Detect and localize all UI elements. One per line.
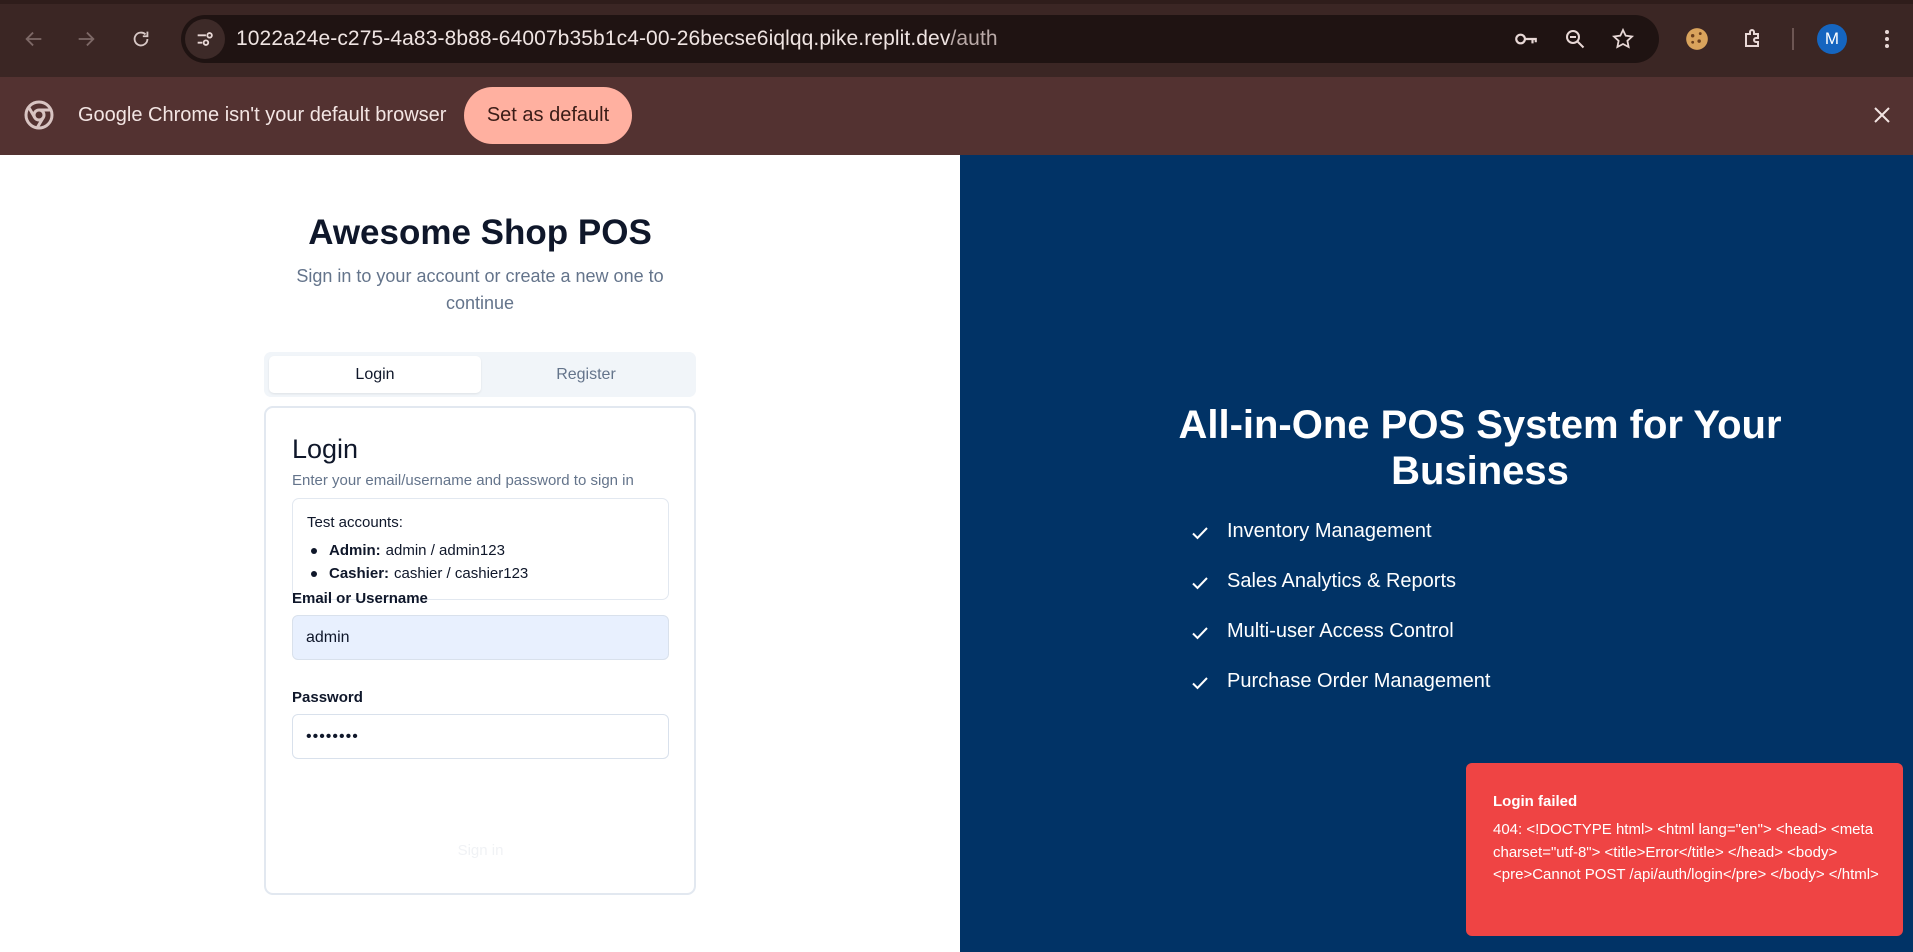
cookie-icon[interactable] <box>1682 24 1712 54</box>
test-accounts-heading: Test accounts: <box>307 514 403 531</box>
tab-register[interactable]: Register <box>480 356 692 393</box>
site-info-icon[interactable] <box>185 19 225 59</box>
close-icon[interactable] <box>1866 99 1898 131</box>
key-icon[interactable] <box>1511 24 1541 54</box>
check-icon <box>1191 570 1215 596</box>
test-accounts-box: Test accounts: Admin: admin / admin123 Ca… <box>292 498 669 600</box>
address-bar[interactable]: 1022a24e-c275-4a83-8b88-64007b35b1c4-00-… <box>181 15 1659 63</box>
auth-panel: Awesome Shop POS Sign in to your account… <box>0 155 960 952</box>
set-as-default-button[interactable]: Set as default <box>464 87 632 144</box>
page-subtitle: Sign in to your account or create a new … <box>296 266 664 313</box>
back-icon[interactable] <box>17 22 51 56</box>
list-item: Sales Analytics & Reports <box>1191 570 1490 620</box>
card-title: Login <box>292 434 359 464</box>
toast-title: Login failed <box>1493 793 1578 810</box>
infobar-message: Google Chrome isn't your default browser <box>78 104 447 126</box>
feature-label: Inventory Management <box>1227 520 1432 542</box>
feature-label: Multi-user Access Control <box>1227 620 1454 642</box>
chrome-logo-icon <box>24 100 54 130</box>
star-icon[interactable] <box>1608 24 1638 54</box>
sign-in-button[interactable]: Sign in <box>292 830 669 870</box>
list-item: Admin: admin / admin123 <box>307 539 528 562</box>
tab-login[interactable]: Login <box>269 356 481 393</box>
reload-icon[interactable] <box>124 22 158 56</box>
menu-icon[interactable] <box>1872 24 1902 54</box>
account-creds: admin / admin123 <box>385 542 505 559</box>
error-toast[interactable]: Login failed 404: <!DOCTYPE html> <html … <box>1466 763 1903 936</box>
card-description: Enter your email/username and password t… <box>292 472 634 489</box>
list-item: Inventory Management <box>1191 520 1490 570</box>
url-host: 1022a24e-c275-4a83-8b88-64007b35b1c4-00-… <box>236 27 951 50</box>
forward-icon[interactable] <box>69 22 103 56</box>
extensions-icon[interactable] <box>1738 24 1768 54</box>
check-icon <box>1191 520 1215 546</box>
check-icon <box>1191 670 1215 696</box>
tab-strip <box>0 0 1913 4</box>
check-icon <box>1191 620 1215 646</box>
bullet <box>311 547 317 554</box>
account-role: Cashier: <box>329 565 390 582</box>
list-item: Cashier: cashier / cashier123 <box>307 562 528 585</box>
list-item: Purchase Order Management <box>1191 670 1490 720</box>
url-path: /auth <box>950 27 998 50</box>
zoom-icon[interactable] <box>1560 24 1590 54</box>
feature-label: Purchase Order Management <box>1227 670 1491 692</box>
username-label: Email or Username <box>292 590 428 607</box>
feature-list: Inventory Management Sales Analytics & R… <box>1191 520 1490 720</box>
feature-label: Sales Analytics & Reports <box>1227 570 1456 592</box>
browser-toolbar: 1022a24e-c275-4a83-8b88-64007b35b1c4-00-… <box>0 0 1913 77</box>
test-accounts-list: Admin: admin / admin123 Cashier: cashier /… <box>307 539 528 585</box>
login-card: Login Enter your email/username and pass… <box>264 406 696 895</box>
account-creds: cashier / cashier123 <box>394 565 529 582</box>
avatar[interactable]: M <box>1817 24 1847 54</box>
auth-tabs: Login Register <box>264 352 696 397</box>
list-item: Multi-user Access Control <box>1191 620 1490 670</box>
account-role: Admin: <box>329 542 381 559</box>
default-browser-infobar: Google Chrome isn't your default browser… <box>0 77 1913 155</box>
bullet <box>311 570 317 577</box>
url-text[interactable]: 1022a24e-c275-4a83-8b88-64007b35b1c4-00-… <box>236 27 998 51</box>
password-label: Password <box>292 689 363 706</box>
password-field[interactable]: •••••••• <box>292 714 669 759</box>
toast-message: 404: <!DOCTYPE html> <html lang="en"> <h… <box>1493 821 1879 883</box>
page-title: Awesome Shop POS <box>308 213 652 252</box>
toolbar-separator <box>1792 28 1794 50</box>
username-field[interactable]: admin <box>292 615 669 660</box>
hero-title: All-in-One POS System for Your Business <box>1178 403 1782 493</box>
